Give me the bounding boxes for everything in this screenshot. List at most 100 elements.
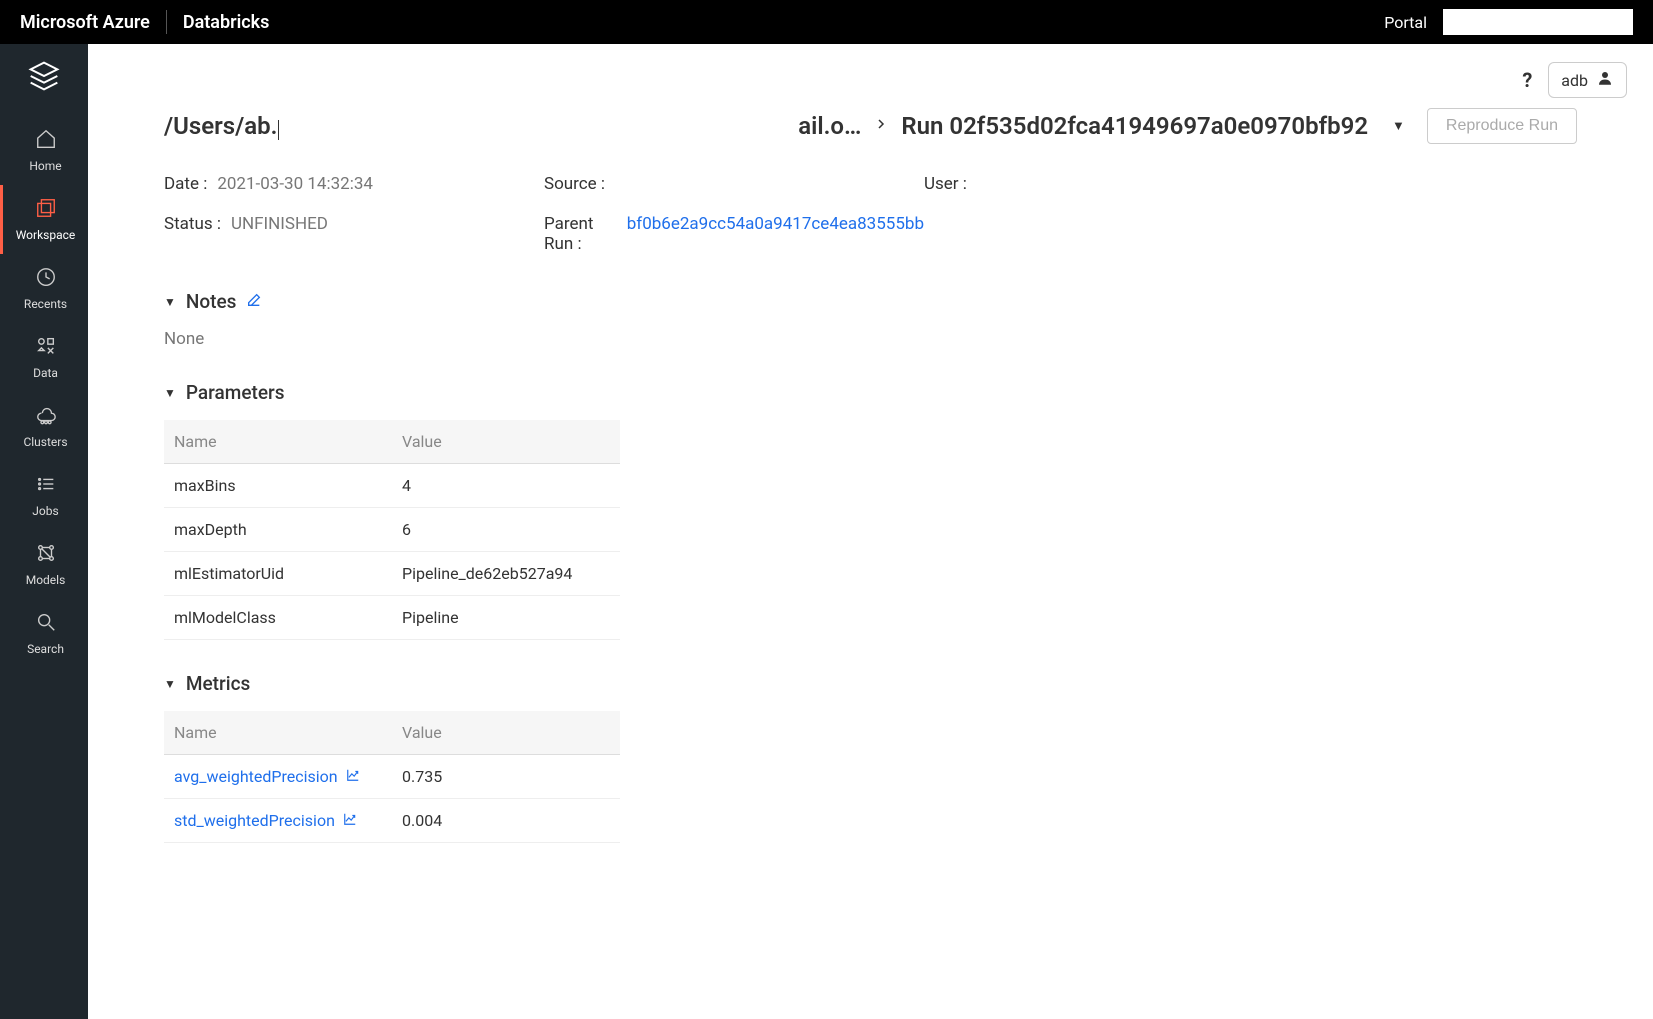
search-icon	[35, 611, 57, 636]
metric-value: 0.004	[392, 799, 620, 843]
sidebar-item-label: Search	[27, 642, 64, 656]
workspace-icon	[35, 197, 57, 222]
databricks-logo-icon[interactable]	[28, 60, 60, 96]
meta-date: Date : 2021-03-30 14:32:34	[164, 174, 544, 194]
sidebar-item-label: Data	[33, 366, 58, 380]
table-row: maxBins4	[164, 464, 620, 508]
notes-section: ▼ Notes None	[164, 290, 1577, 349]
meta-user-label: User :	[924, 174, 967, 194]
meta-source: Source :	[544, 174, 924, 194]
metrics-col-value: Value	[392, 711, 620, 755]
caret-down-icon: ▼	[164, 295, 176, 309]
table-row: std_weightedPrecision 0.004	[164, 799, 620, 843]
sidebar-item-search[interactable]: Search	[0, 599, 88, 668]
chart-icon	[346, 767, 360, 786]
home-icon	[35, 128, 57, 153]
help-icon[interactable]: ?	[1522, 68, 1532, 92]
parameters-title: Parameters	[186, 381, 285, 404]
breadcrumb-overflow[interactable]: ail.o…	[798, 112, 861, 140]
user-icon	[1596, 69, 1614, 91]
metrics-header[interactable]: ▼ Metrics	[164, 672, 1577, 695]
text-cursor	[278, 120, 279, 140]
meta-date-value: 2021-03-30 14:32:34	[217, 174, 373, 194]
notes-value: None	[164, 329, 1577, 349]
recents-icon	[35, 266, 57, 291]
metric-name: avg_weightedPrecision	[174, 767, 338, 786]
chevron-right-icon	[875, 114, 887, 138]
parameters-section: ▼ Parameters Name Value maxBins4maxDepth…	[164, 381, 1577, 640]
parameters-col-name: Name	[164, 420, 392, 464]
sidebar-item-data[interactable]: Data	[0, 323, 88, 392]
sidebar-item-models[interactable]: Models	[0, 530, 88, 599]
metrics-section: ▼ Metrics Name Value avg_weightedPrecisi…	[164, 672, 1577, 843]
param-value: 6	[392, 508, 620, 552]
user-label: adb	[1561, 71, 1588, 90]
param-name: mlModelClass	[164, 596, 392, 640]
table-row: maxDepth6	[164, 508, 620, 552]
top-bar: Microsoft Azure Databricks Portal	[0, 0, 1653, 44]
top-bar-right: Portal	[1384, 9, 1633, 35]
top-bar-left: Microsoft Azure Databricks	[20, 10, 269, 34]
top-search-input[interactable]	[1443, 9, 1633, 35]
sidebar-item-home[interactable]: Home	[0, 116, 88, 185]
notes-title: Notes	[186, 290, 237, 313]
parent-run-link[interactable]: bf0b6e2a9cc54a0a9417ce4ea83555bb	[627, 214, 924, 254]
sidebar-item-label: Jobs	[32, 504, 58, 518]
meta-user: User :	[924, 174, 1304, 194]
header-row: ? adb	[88, 44, 1653, 98]
metric-link[interactable]: avg_weightedPrecision	[174, 767, 382, 786]
sidebar-item-label: Recents	[24, 297, 67, 311]
table-row: mlEstimatorUidPipeline_de62eb527a94	[164, 552, 620, 596]
sidebar-item-jobs[interactable]: Jobs	[0, 461, 88, 530]
metrics-title: Metrics	[186, 672, 250, 695]
brand-divider	[166, 10, 167, 34]
portal-link[interactable]: Portal	[1384, 13, 1427, 32]
param-name: maxBins	[164, 464, 392, 508]
clusters-icon	[35, 404, 57, 429]
caret-down-icon: ▼	[164, 386, 176, 400]
param-name: maxDepth	[164, 508, 392, 552]
sidebar-item-label: Clusters	[23, 435, 67, 449]
meta-status-label: Status :	[164, 214, 221, 254]
sidebar-item-clusters[interactable]: Clusters	[0, 392, 88, 461]
param-value: 4	[392, 464, 620, 508]
parameters-header[interactable]: ▼ Parameters	[164, 381, 1577, 404]
edit-icon[interactable]	[246, 290, 262, 313]
param-name: mlEstimatorUid	[164, 552, 392, 596]
sidebar-item-label: Models	[26, 573, 66, 587]
table-row: avg_weightedPrecision 0.735	[164, 755, 620, 799]
notes-header[interactable]: ▼ Notes	[164, 290, 1577, 313]
user-menu-button[interactable]: adb	[1548, 62, 1627, 98]
param-value: Pipeline_de62eb527a94	[392, 552, 620, 596]
breadcrumb-path-text: /Users/ab.	[164, 112, 277, 140]
run-dropdown-icon[interactable]: ▼	[1392, 118, 1405, 134]
metrics-col-name: Name	[164, 711, 392, 755]
run-meta-grid: Date : 2021-03-30 14:32:34 Source : User…	[164, 174, 1577, 254]
breadcrumb-row: /Users/ab. ail.o… Run 02f535d02fca419496…	[164, 108, 1577, 144]
sidebar-item-label: Home	[29, 159, 61, 173]
parameters-col-value: Value	[392, 420, 620, 464]
sidebar-item-workspace[interactable]: Workspace	[0, 185, 88, 254]
metric-name: std_weightedPrecision	[174, 811, 335, 830]
brand-label: Microsoft Azure	[20, 12, 150, 33]
meta-date-label: Date :	[164, 174, 207, 194]
breadcrumb-run: Run 02f535d02fca41949697a0e0970bfb92	[901, 112, 1368, 140]
chart-icon	[343, 811, 357, 830]
metric-link[interactable]: std_weightedPrecision	[174, 811, 382, 830]
sidebar: Home Workspace Recents	[0, 44, 88, 1019]
reproduce-run-button[interactable]: Reproduce Run	[1427, 108, 1577, 144]
table-row: mlModelClassPipeline	[164, 596, 620, 640]
data-icon	[35, 335, 57, 360]
breadcrumb-path[interactable]: /Users/ab.	[164, 112, 279, 140]
models-icon	[35, 542, 57, 567]
main-content: ? adb /Users/ab. ail.o… Run 02f535d02fca…	[88, 44, 1653, 1019]
metric-value: 0.735	[392, 755, 620, 799]
metrics-table: Name Value avg_weightedPrecision0.735std…	[164, 711, 620, 843]
meta-parent-run: Parent Run : bf0b6e2a9cc54a0a9417ce4ea83…	[544, 214, 924, 254]
product-label: Databricks	[183, 12, 270, 33]
sidebar-item-recents[interactable]: Recents	[0, 254, 88, 323]
meta-status: Status : UNFINISHED	[164, 214, 544, 254]
sidebar-item-label: Workspace	[16, 228, 76, 242]
parameters-table: Name Value maxBins4maxDepth6mlEstimatorU…	[164, 420, 620, 640]
caret-down-icon: ▼	[164, 677, 176, 691]
